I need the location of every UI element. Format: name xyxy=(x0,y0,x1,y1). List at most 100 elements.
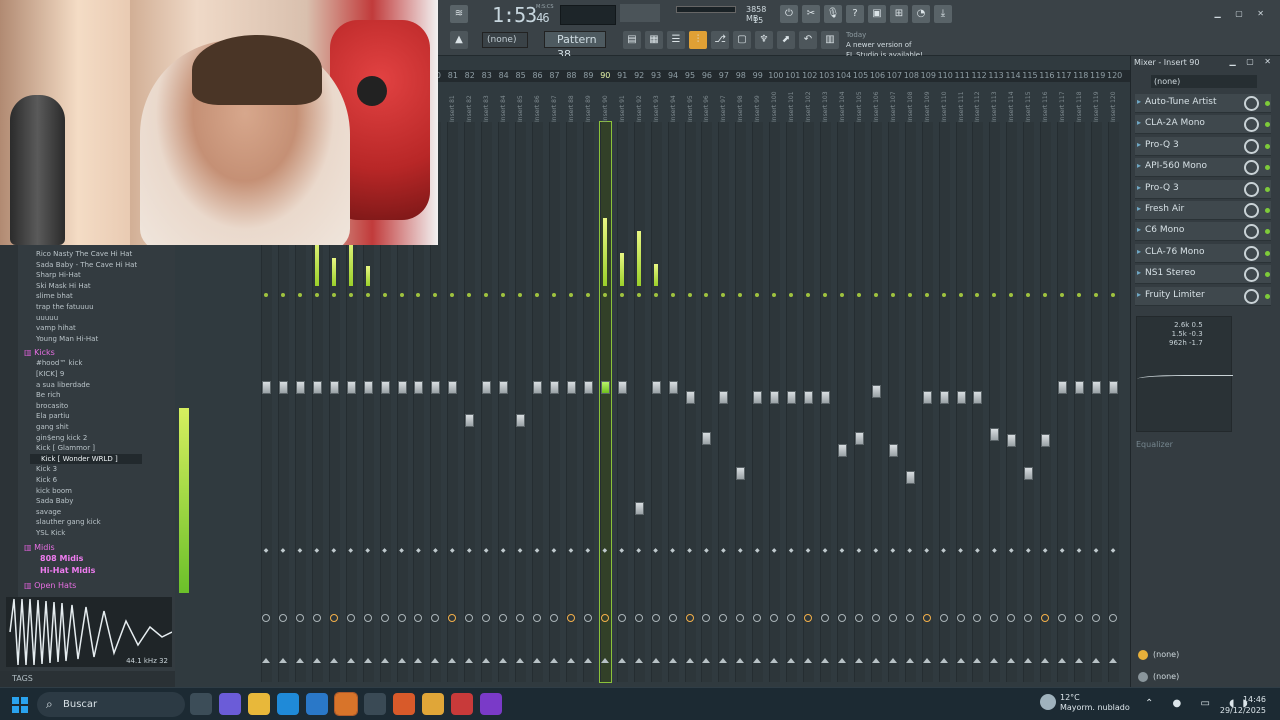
pan-knob[interactable] xyxy=(956,614,965,622)
save-icon[interactable]: ▣ xyxy=(868,5,886,23)
send-triangle-icon[interactable] xyxy=(905,658,914,663)
send-1[interactable]: (none) xyxy=(1153,650,1179,659)
slot-enable-led[interactable] xyxy=(1265,143,1270,149)
volume-fader[interactable] xyxy=(668,381,678,395)
browser-item[interactable]: uuuuu xyxy=(36,314,58,322)
news-icon[interactable]: ▥ xyxy=(821,31,839,49)
pan-knob[interactable] xyxy=(346,614,355,622)
route-arrow-icon[interactable]: ◆ xyxy=(990,548,998,554)
send-triangle-icon[interactable] xyxy=(973,658,982,663)
browser-item[interactable]: Sharp Hi-Hat xyxy=(36,271,81,279)
slot-arrow-icon[interactable]: ▸ xyxy=(1137,118,1141,127)
slot-enable-led[interactable] xyxy=(1265,208,1270,213)
pan-knob[interactable] xyxy=(312,614,321,622)
volume-fader[interactable] xyxy=(702,431,712,445)
route-arrow-icon[interactable]: ◆ xyxy=(533,548,541,554)
route-arrow-icon[interactable]: ◆ xyxy=(448,548,456,554)
send-triangle-icon[interactable] xyxy=(1041,658,1050,663)
help-icon[interactable]: ? xyxy=(846,5,864,23)
enable-led[interactable] xyxy=(636,293,641,297)
taskbar-clock[interactable]: 14:46 29/12/2025 xyxy=(1220,694,1266,716)
slot-arrow-icon[interactable]: ▸ xyxy=(1137,204,1141,213)
send-triangle-icon[interactable] xyxy=(854,658,863,663)
enable-led[interactable] xyxy=(602,293,607,297)
send-2[interactable]: (none) xyxy=(1153,672,1179,681)
slot-arrow-icon[interactable]: ▸ xyxy=(1137,161,1141,170)
pan-knob[interactable] xyxy=(634,614,643,622)
browser-folder-pink[interactable]: Hi-Hat Midis xyxy=(40,566,95,575)
pan-knob[interactable] xyxy=(651,614,660,622)
enable-led[interactable] xyxy=(551,293,556,297)
mixer-strip[interactable] xyxy=(650,122,662,682)
volume-fader[interactable] xyxy=(482,381,492,395)
volume-fader[interactable] xyxy=(634,502,644,515)
route-arrow-icon[interactable]: ◆ xyxy=(1024,548,1032,554)
browser-item[interactable]: [KICK] 9 xyxy=(36,370,64,378)
taskbar-search[interactable]: ⌕ Buscar xyxy=(37,692,185,717)
send-triangle-icon[interactable] xyxy=(600,658,609,663)
route-arrow-icon[interactable]: ◆ xyxy=(787,548,795,554)
volume-fader[interactable] xyxy=(821,390,831,404)
effect-slot[interactable]: ▸ Pro-Q 3 xyxy=(1135,136,1271,156)
enable-led[interactable] xyxy=(535,293,540,297)
plugin-picker-icon[interactable]: ♆ xyxy=(755,31,773,49)
pan-knob[interactable] xyxy=(888,614,897,622)
slot-arrow-icon[interactable]: ▸ xyxy=(1137,140,1141,149)
pan-knob[interactable] xyxy=(837,614,846,622)
browser-folder[interactable]: Open Hats xyxy=(24,581,76,590)
pattern-none-select[interactable]: (none) xyxy=(482,32,528,48)
mixer-strip[interactable] xyxy=(515,122,527,682)
plugin-icon[interactable]: ⊞ xyxy=(890,5,908,23)
enable-led[interactable] xyxy=(348,293,353,297)
slot-mix-knob[interactable] xyxy=(1244,203,1259,218)
enable-led[interactable] xyxy=(264,293,268,297)
route-arrow-icon[interactable]: ◆ xyxy=(872,548,880,554)
enable-led[interactable] xyxy=(314,293,319,297)
pan-knob[interactable] xyxy=(397,614,406,622)
enable-led[interactable] xyxy=(585,293,590,297)
route-arrow-icon[interactable]: ◆ xyxy=(398,548,406,554)
enable-led[interactable] xyxy=(839,293,844,297)
browser-item[interactable]: Kick 3 xyxy=(36,465,57,473)
route-arrow-icon[interactable]: ◆ xyxy=(296,548,304,554)
slot-enable-led[interactable] xyxy=(1265,101,1270,106)
browser-item[interactable]: Rico Nasty The Cave Hi Hat xyxy=(36,250,132,258)
volume-fader[interactable] xyxy=(278,381,288,395)
browser-item[interactable]: Ela partiu xyxy=(36,412,70,420)
volume-fader[interactable] xyxy=(837,443,847,457)
send-triangle-icon[interactable] xyxy=(380,658,389,663)
send-triangle-icon[interactable] xyxy=(329,658,338,663)
effect-slot[interactable]: ▸ API-560 Mono xyxy=(1135,158,1271,178)
send-triangle-icon[interactable] xyxy=(837,658,846,663)
mixer-strip[interactable] xyxy=(598,121,612,683)
effect-slot[interactable]: ▸ CLA-2A Mono xyxy=(1135,115,1271,135)
volume-fader[interactable] xyxy=(465,414,475,428)
browser-item[interactable]: Kick [ Wonder WRLD ] xyxy=(41,455,118,463)
volume-fader[interactable] xyxy=(1109,381,1118,395)
send-triangle-icon[interactable] xyxy=(397,658,406,663)
mixer-strip[interactable] xyxy=(481,122,493,682)
volume-fader[interactable] xyxy=(499,381,509,395)
route-arrow-icon[interactable]: ◆ xyxy=(567,548,575,554)
browser-item[interactable]: YSL Kick xyxy=(36,529,65,537)
volume-fader[interactable] xyxy=(549,381,559,395)
send-triangle-icon[interactable] xyxy=(990,658,999,663)
enable-led[interactable] xyxy=(856,293,861,297)
mixer-strip[interactable] xyxy=(616,122,628,682)
slot-enable-led[interactable] xyxy=(1265,293,1270,299)
pan-knob[interactable] xyxy=(1092,614,1101,622)
edge-icon[interactable] xyxy=(277,693,299,715)
send-triangle-icon[interactable] xyxy=(583,658,592,663)
effect-slot[interactable]: ▸ CLA-76 Mono xyxy=(1135,243,1271,263)
route-arrow-icon[interactable]: ◆ xyxy=(550,548,558,554)
obs-icon[interactable] xyxy=(364,693,386,715)
slot-mix-knob[interactable] xyxy=(1244,181,1259,197)
send-triangle-icon[interactable] xyxy=(753,658,762,663)
route-arrow-icon[interactable]: ◆ xyxy=(753,548,761,554)
mixer-strip[interactable] xyxy=(1091,122,1103,682)
slot-mix-knob[interactable] xyxy=(1244,138,1259,154)
chat-icon[interactable]: ◔ xyxy=(912,5,930,23)
send-triangle-icon[interactable] xyxy=(770,658,779,663)
enable-led[interactable] xyxy=(907,293,912,297)
route-arrow-icon[interactable]: ◆ xyxy=(1075,548,1083,554)
